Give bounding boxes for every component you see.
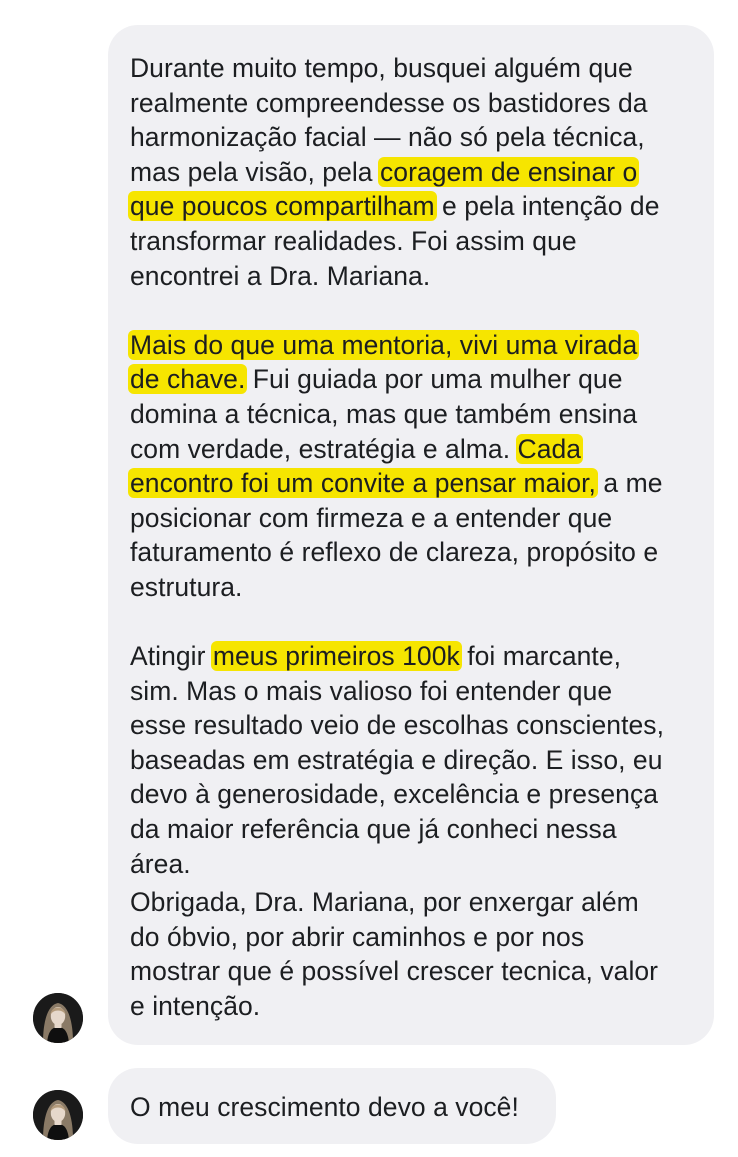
message-line: da maior referência que já conheci nessa — [130, 812, 694, 847]
message-text: Atingir — [130, 641, 213, 672]
sender-avatar[interactable] — [33, 993, 83, 1043]
highlighted-text: de chave. — [128, 364, 248, 395]
message-text: e intenção. — [130, 991, 261, 1022]
message-paragraph: Atingir meus primeiros 100k foi marcante… — [130, 639, 694, 881]
highlighted-text: que poucos compartilham — [128, 191, 437, 222]
message-line: transformar realidades. Foi assim que — [130, 224, 694, 259]
message-line: que poucos compartilham e pela intenção … — [128, 189, 694, 224]
message-text: com verdade, estratégia e alma. — [130, 433, 518, 464]
highlighted-text: Cada — [515, 433, 584, 464]
message-line: esse resultado veio de escolhas conscien… — [130, 708, 694, 743]
message-line: Mais do que uma mentoria, vivi uma virad… — [128, 328, 694, 363]
message-text: transformar realidades. Foi assim que — [130, 225, 577, 256]
message-line: mas pela visão, pela coragem de ensinar … — [130, 155, 694, 190]
message-paragraph: Obrigada, Dra. Mariana, por enxergar alé… — [130, 885, 694, 1023]
message-text: mas pela visão, pela — [130, 156, 380, 187]
message-line: com verdade, estratégia e alma. Cada — [130, 432, 694, 467]
message-line: baseadas em estratégia e direção. E isso… — [130, 743, 694, 778]
message-line: área. — [130, 847, 694, 882]
message-line: devo à generosidade, excelência e presen… — [130, 777, 694, 812]
message-line: mostrar que é possível crescer tecnica, … — [130, 954, 694, 989]
message-bubble[interactable]: O meu crescimento devo a você! — [108, 1068, 556, 1144]
avatar-photo-icon — [33, 993, 83, 1043]
message-paragraph: Mais do que uma mentoria, vivi uma virad… — [128, 328, 694, 605]
message-paragraph: Durante muito tempo, busquei alguém que … — [128, 51, 694, 294]
message-bubble[interactable]: Durante muito tempo, busquei alguém que … — [108, 25, 714, 1045]
message-line: estrutura. — [130, 570, 694, 605]
message-line: Durante muito tempo, busquei alguém que — [130, 51, 694, 86]
message-text: realmente compreendesse os bastidores da — [130, 87, 648, 118]
message-line: O meu crescimento devo a você! — [130, 1090, 536, 1125]
message-text: estrutura. — [130, 571, 243, 602]
message-line: do óbvio, por abrir caminhos e por nos — [130, 920, 694, 955]
message-text: da maior referência que já conheci nessa — [130, 814, 617, 845]
chat-thread: Durante muito tempo, busquei alguém que … — [0, 0, 738, 1157]
message-line: posicionar com firmeza e a entender que — [130, 501, 694, 536]
message-text: e pela intenção de — [434, 191, 660, 222]
message-line: sim. Mas o mais valioso foi entender que — [130, 674, 694, 709]
message-paragraph: O meu crescimento devo a você! — [130, 1090, 536, 1125]
message-text: O meu crescimento devo a você! — [130, 1092, 519, 1122]
message-text: área. — [130, 848, 191, 879]
message-text: devo à generosidade, excelência e presen… — [130, 779, 659, 810]
message-text: Obrigada, Dra. Mariana, por enxergar alé… — [130, 887, 639, 918]
message-line: Obrigada, Dra. Mariana, por enxergar alé… — [130, 885, 694, 920]
message-line: encontro foi um convite a pensar maior, … — [128, 466, 694, 501]
sender-avatar[interactable] — [33, 1090, 83, 1140]
message-text: encontrei a Dra. Mariana. — [130, 260, 431, 291]
highlighted-text: coragem de ensinar o — [378, 156, 640, 187]
message-text: foi marcante, — [459, 641, 622, 672]
message-text: harmonização facial — não só pela técnic… — [130, 122, 645, 153]
message-text: a me — [595, 468, 663, 499]
message-text: esse resultado veio de escolhas conscien… — [130, 710, 664, 741]
message-line: harmonização facial — não só pela técnic… — [130, 120, 694, 155]
message-text: domina a técnica, mas que também ensina — [130, 398, 638, 429]
message-line: e intenção. — [130, 989, 694, 1024]
message-line: realmente compreendesse os bastidores da — [130, 86, 694, 121]
message-text: Durante muito tempo, busquei alguém que — [130, 53, 633, 83]
message-line: de chave. Fui guiada por uma mulher que — [128, 362, 694, 397]
message-line: domina a técnica, mas que também ensina — [130, 397, 694, 432]
highlighted-text: meus primeiros 100k — [210, 641, 462, 672]
message-line: Atingir meus primeiros 100k foi marcante… — [130, 639, 694, 674]
highlighted-text: Mais do que uma mentoria, vivi uma virad… — [128, 329, 640, 360]
avatar-photo-icon — [33, 1090, 83, 1140]
message-text: posicionar com firmeza e a entender que — [130, 502, 613, 533]
message-line: encontrei a Dra. Mariana. — [130, 259, 694, 294]
message-text: mostrar que é possível crescer tecnica, … — [130, 956, 659, 987]
message-text: faturamento é reflexo de clareza, propós… — [130, 537, 659, 568]
highlighted-text: encontro foi um convite a pensar maior, — [128, 468, 598, 499]
message-text: sim. Mas o mais valioso foi entender que — [130, 675, 613, 706]
message-text: Fui guiada por uma mulher que — [245, 364, 623, 395]
message-line: faturamento é reflexo de clareza, propós… — [130, 535, 694, 570]
message-text: do óbvio, por abrir caminhos e por nos — [130, 921, 585, 952]
message-text: baseadas em estratégia e direção. E isso… — [130, 744, 663, 775]
